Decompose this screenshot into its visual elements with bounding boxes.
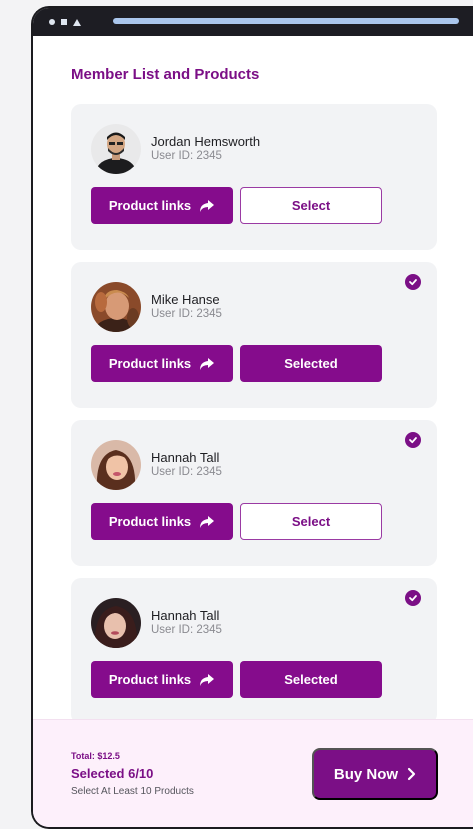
share-arrow-icon <box>200 673 215 686</box>
share-arrow-icon <box>200 199 215 212</box>
battery-square-icon <box>61 19 67 25</box>
phone-frame: Member List and Products Jordan Hemswort… <box>31 6 473 829</box>
product-links-label: Product links <box>108 514 192 529</box>
product-links-button[interactable]: Product links <box>91 661 233 698</box>
member-card: Jordan Hemsworth User ID: 2345 Product l… <box>71 104 437 250</box>
member-name: Jordan Hemsworth <box>151 134 261 149</box>
status-bar <box>33 8 473 36</box>
status-icons <box>49 18 81 26</box>
buy-now-button[interactable]: Buy Now <box>312 748 438 800</box>
checkout-footer: Total: $12.5 Selected 6/10 Select At Lea… <box>33 719 473 827</box>
product-links-label: Product links <box>108 672 192 687</box>
share-arrow-icon <box>200 357 215 370</box>
member-list: Jordan Hemsworth User ID: 2345 Product l… <box>71 104 437 736</box>
member-name: Hannah Tall <box>151 608 220 623</box>
member-user-id: User ID: 2345 <box>151 308 222 320</box>
product-links-button[interactable]: Product links <box>91 345 233 382</box>
avatar <box>91 598 141 648</box>
status-bar-pill <box>113 18 459 24</box>
product-links-label: Product links <box>108 198 192 213</box>
product-links-button[interactable]: Product links <box>91 503 233 540</box>
page-title: Member List and Products <box>71 66 260 83</box>
product-links-button[interactable]: Product links <box>91 187 233 224</box>
selection-hint: Select At Least 10 Products <box>71 786 194 797</box>
member-card: Hannah Tall User ID: 2345 Product links … <box>71 578 437 724</box>
share-arrow-icon <box>200 515 215 528</box>
avatar <box>91 282 141 332</box>
avatar <box>91 440 141 490</box>
member-user-id: User ID: 2345 <box>151 150 222 162</box>
check-circle-icon <box>405 274 421 290</box>
select-button[interactable]: Select <box>240 187 382 224</box>
check-circle-icon <box>405 432 421 448</box>
select-button[interactable]: Select <box>240 503 382 540</box>
product-links-label: Product links <box>108 356 192 371</box>
selected-button[interactable]: Selected <box>240 661 382 698</box>
buy-now-label: Buy Now <box>333 765 399 783</box>
member-name: Hannah Tall <box>151 450 220 465</box>
avatar <box>91 124 141 174</box>
wifi-triangle-icon <box>73 18 81 26</box>
member-card: Mike Hanse User ID: 2345 Product links S… <box>71 262 437 408</box>
member-user-id: User ID: 2345 <box>151 624 222 636</box>
chevron-right-icon <box>407 767 416 781</box>
member-user-id: User ID: 2345 <box>151 466 222 478</box>
total-price: Total: $12.5 <box>71 751 120 761</box>
check-circle-icon <box>405 590 421 606</box>
selected-button[interactable]: Selected <box>240 345 382 382</box>
signal-dot-icon <box>49 19 55 25</box>
selected-count: Selected 6/10 <box>71 766 154 781</box>
member-card: Hannah Tall User ID: 2345 Product links … <box>71 420 437 566</box>
member-name: Mike Hanse <box>151 292 220 307</box>
